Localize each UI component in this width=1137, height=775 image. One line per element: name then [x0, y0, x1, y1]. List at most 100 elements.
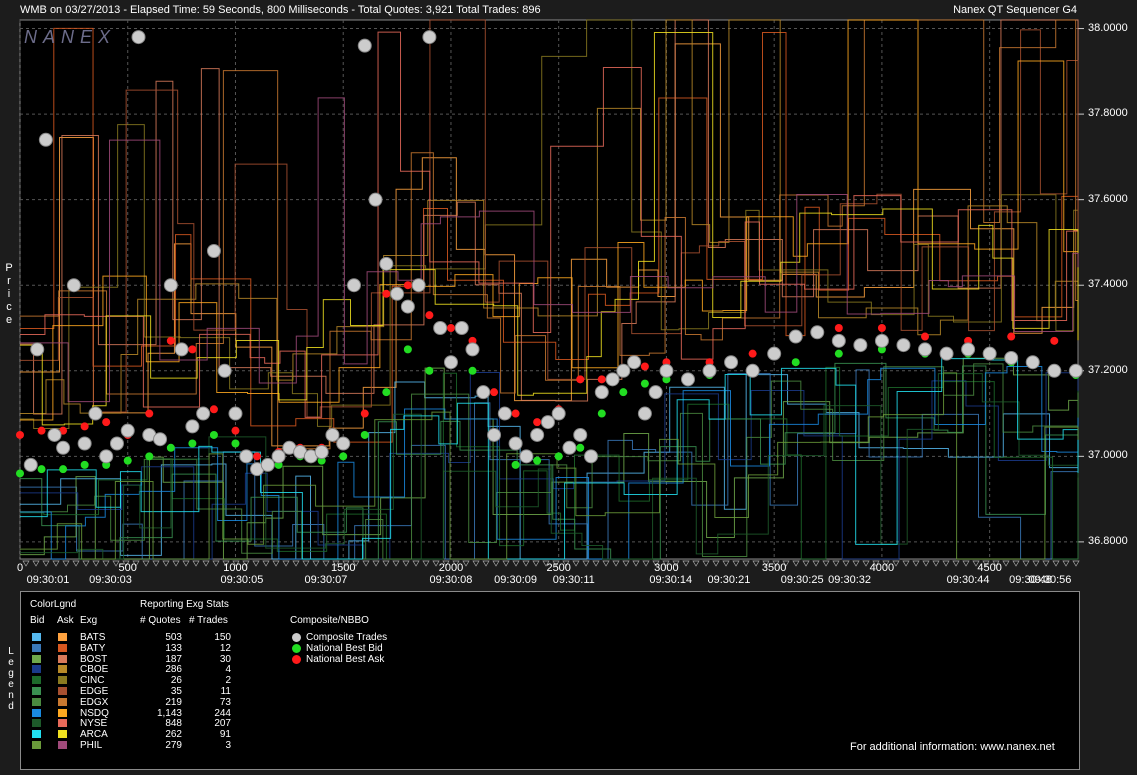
ask-point — [253, 452, 262, 461]
ask-color-swatch — [58, 633, 67, 641]
ask-color-swatch — [58, 676, 67, 685]
composite-marker — [292, 655, 301, 664]
bid-point — [533, 456, 542, 465]
trade-point — [637, 406, 652, 421]
trade-point — [896, 338, 911, 353]
trade-point — [23, 457, 38, 472]
exchange-trades: 2 — [225, 675, 231, 687]
time-tick-label: 09:30:32 — [828, 574, 871, 586]
trade-point — [206, 244, 221, 258]
trade-point — [314, 445, 329, 460]
legend-vertical-label: Legend — [6, 646, 16, 712]
trade-point — [487, 427, 502, 442]
exchange-name: EDGE — [80, 686, 109, 697]
trade-point — [66, 278, 81, 293]
exchange-name: BATY — [80, 642, 106, 654]
y-axis-label-char: e — [5, 314, 13, 326]
trade-point — [131, 30, 146, 45]
exchange-name: CBOE — [80, 664, 109, 676]
legend-col-quotes: # Quotes — [140, 615, 181, 626]
bid-point — [597, 409, 606, 418]
bid-color-swatch — [32, 676, 41, 685]
x-minor-tick — [262, 560, 270, 567]
ask-color-swatch — [58, 654, 67, 663]
trade-point — [228, 406, 243, 421]
exchange-trades: 3 — [225, 740, 231, 751]
ask-point — [834, 324, 843, 332]
trade-point — [594, 385, 609, 400]
time-tick-label: 09:30:56 — [1028, 574, 1072, 586]
exchange-trades: 73 — [219, 696, 231, 708]
x-minor-tick — [622, 560, 630, 567]
x-minor-tick — [212, 560, 220, 567]
x-tick-label: 4000 — [869, 562, 895, 574]
bid-point — [360, 430, 369, 439]
y-tick-label: 37.6000 — [1088, 192, 1128, 205]
x-minor-tick — [462, 560, 470, 567]
bid-point — [403, 345, 412, 354]
composite-label: Composite Trades — [306, 632, 388, 643]
trade-point — [562, 440, 577, 455]
trade-point — [1047, 363, 1062, 378]
trade-point — [810, 325, 825, 340]
trade-point — [99, 449, 114, 464]
x-minor-tick — [62, 560, 70, 567]
ask-point — [80, 422, 89, 431]
x-minor-tick — [422, 560, 430, 567]
x-minor-tick — [252, 560, 260, 567]
ask-point — [533, 418, 542, 427]
x-minor-tick — [412, 560, 420, 567]
x-minor-tick — [612, 560, 620, 567]
trade-point — [918, 342, 933, 357]
x-minor-tick — [392, 560, 400, 567]
time-tick-label: 09:30:44 — [946, 574, 990, 586]
legend-label-char: e — [8, 657, 14, 668]
trade-point — [400, 299, 415, 314]
x-minor-tick — [92, 560, 100, 567]
x-minor-tick — [602, 560, 610, 567]
x-tick-label: 2500 — [546, 562, 571, 574]
time-tick-label: 09:30:21 — [707, 574, 751, 586]
x-minor-tick — [922, 560, 930, 567]
ask-point — [37, 426, 46, 435]
x-minor-tick — [942, 560, 950, 567]
exchange-name: BOST — [80, 653, 108, 665]
x-minor-tick — [1002, 560, 1010, 567]
bid-point — [188, 439, 197, 448]
ask-point — [877, 324, 886, 332]
x-minor-tick — [692, 560, 700, 567]
y-tick-label: 37.2000 — [1088, 363, 1128, 376]
x-minor-tick — [582, 560, 590, 567]
exchange-trades: 12 — [219, 642, 231, 654]
x-minor-tick — [372, 560, 380, 567]
time-tick-label: 09:30:05 — [220, 574, 264, 586]
legend-col-bid: Bid — [30, 615, 45, 626]
time-tick-label: 09:30:03 — [89, 574, 132, 586]
time-tick-label: 09:30:14 — [649, 574, 693, 586]
bid-point — [640, 379, 649, 388]
ask-point — [145, 409, 154, 418]
trade-point — [411, 278, 426, 293]
bid-point — [145, 452, 154, 461]
x-minor-tick — [282, 560, 290, 567]
x-tick-label: 3000 — [654, 562, 679, 574]
x-minor-tick — [312, 560, 320, 567]
x-minor-tick — [962, 560, 970, 567]
ask-point — [446, 324, 455, 332]
legend-label-char: n — [8, 690, 14, 701]
y-tick-label: 37.0000 — [1088, 449, 1128, 462]
bid-point — [80, 460, 89, 469]
x-minor-tick — [42, 560, 50, 567]
x-minor-tick — [512, 560, 520, 567]
trade-point — [551, 406, 566, 421]
ask-point — [490, 388, 499, 397]
ask-point — [166, 336, 175, 345]
bid-point — [59, 465, 68, 474]
bid-color-swatch — [32, 697, 41, 706]
x-minor-tick — [1022, 560, 1030, 567]
trade-point — [346, 278, 361, 293]
trade-point — [239, 449, 254, 464]
y-tick-label: 37.8000 — [1088, 107, 1128, 120]
exchange-trades: 150 — [214, 632, 231, 643]
x-minor-tick — [322, 560, 330, 567]
